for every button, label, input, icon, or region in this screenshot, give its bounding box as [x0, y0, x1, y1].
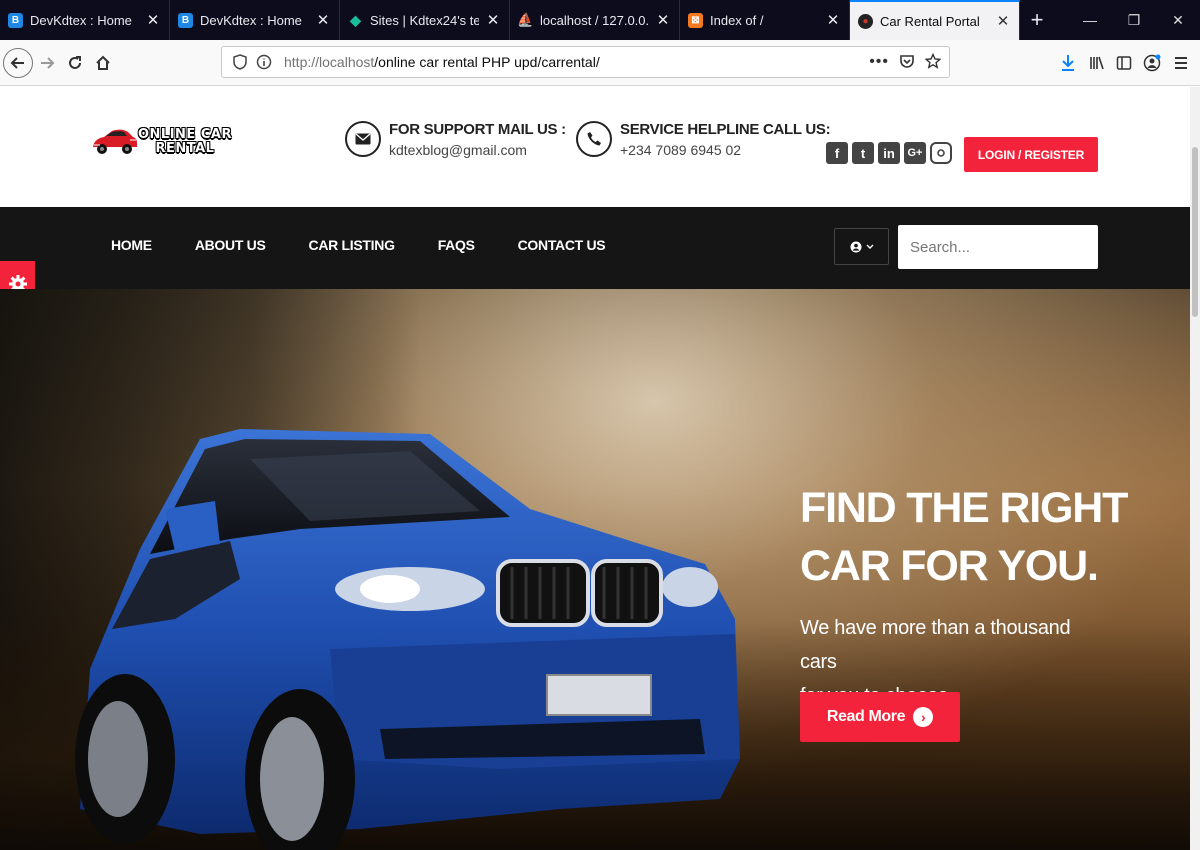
logo-text: ONLINE CAR RENTAL	[138, 128, 232, 156]
tab-title: DevKdtex : Home	[30, 12, 132, 28]
helpline-label: SERVICE HELPLINE CALL US:	[620, 121, 831, 138]
support-mail-label: FOR SUPPORT MAIL US :	[389, 121, 566, 138]
close-tab-icon[interactable]: ✕	[995, 12, 1011, 30]
diamond-icon: ◆	[350, 11, 361, 28]
instagram-icon[interactable]	[930, 142, 952, 164]
support-email[interactable]: kdtexblog@gmail.com	[389, 142, 566, 158]
facebook-icon[interactable]: f	[826, 142, 848, 164]
tab-title: localhost / 127.0.0.1 | php	[540, 12, 649, 28]
read-more-label: Read More	[826, 708, 906, 725]
envelope-icon	[345, 121, 381, 157]
url-bar[interactable]: http://localhost/online car rental PHP u…	[221, 46, 950, 78]
chevron-down-icon	[866, 244, 873, 249]
phone-icon	[576, 121, 612, 157]
close-tab-icon[interactable]: ✕	[825, 11, 841, 29]
url-host: http://localhost	[284, 54, 375, 70]
car-logo-icon	[93, 129, 137, 154]
window-controls: — ❐ ✕	[1068, 0, 1200, 40]
shield-icon[interactable]	[230, 52, 250, 72]
close-tab-icon[interactable]: ✕	[655, 11, 671, 29]
library-icon[interactable]	[1082, 48, 1112, 78]
helpline-block: SERVICE HELPLINE CALL US: +234 7089 6945…	[576, 121, 831, 158]
tab-title: Car Rental Portal	[880, 13, 980, 29]
nav-item-car-listing[interactable]: CAR LISTING	[309, 237, 395, 253]
twitter-icon[interactable]: t	[852, 142, 874, 164]
google-plus-icon[interactable]: G+	[904, 142, 926, 164]
url-path: /online car rental PHP upd/carrental/	[374, 54, 600, 70]
hero-subtitle-line-1: We have more than a thousand cars	[800, 617, 1071, 673]
browser-tab[interactable]: B DevKdtex : Home ✕	[0, 0, 170, 40]
download-icon[interactable]	[1053, 48, 1083, 78]
back-icon[interactable]	[3, 48, 33, 78]
user-circle-icon	[850, 241, 861, 252]
restore-icon[interactable]: ❐	[1112, 0, 1156, 40]
browser-tab[interactable]: ◆ Sites | Kdtex24's team ✕	[340, 0, 510, 40]
tab-title: Sites | Kdtex24's team	[370, 12, 479, 28]
blue-suv-image	[75, 429, 740, 850]
logo-line-1: ONLINE CAR	[138, 127, 232, 142]
car-rental-favicon-icon: ●	[858, 13, 873, 29]
menu-icon[interactable]	[1166, 48, 1196, 78]
user-dropdown-button[interactable]	[834, 228, 889, 265]
hero-title-line-1: FIND THE RIGHT	[800, 484, 1128, 532]
nav-item-home[interactable]: HOME	[111, 237, 152, 253]
forward-icon[interactable]	[32, 48, 62, 78]
close-tab-icon[interactable]: ✕	[145, 11, 161, 29]
nav-item-faqs[interactable]: FAQS	[438, 237, 475, 253]
site-logo[interactable]: ONLINE CAR RENTAL	[90, 125, 232, 159]
browser-tab[interactable]: B DevKdtex : Home ✕	[170, 0, 340, 40]
blogger-icon: B	[8, 12, 23, 28]
logo-line-2: RENTAL	[155, 141, 215, 156]
bookmark-star-icon[interactable]	[924, 52, 942, 72]
scrollbar-thumb[interactable]	[1192, 147, 1198, 317]
nav-item-contact-us[interactable]: CONTACT US	[518, 237, 606, 253]
account-icon[interactable]	[1137, 48, 1167, 78]
blogger-icon: B	[178, 12, 193, 28]
social-links: f t in G+	[826, 142, 952, 164]
close-tab-icon[interactable]: ✕	[315, 11, 331, 29]
browser-tab-active[interactable]: ● Car Rental Portal ✕	[850, 0, 1020, 40]
nav-item-about-us[interactable]: ABOUT US	[195, 237, 266, 253]
phpmyadmin-icon: ⛵	[517, 12, 534, 27]
browser-tab[interactable]: ⊠ Index of / ✕	[680, 0, 850, 40]
close-tab-icon[interactable]: ✕	[485, 11, 501, 29]
hero-banner: FIND THE RIGHT CAR FOR YOU. We have more…	[0, 289, 1190, 850]
hero-title: FIND THE RIGHT CAR FOR YOU.	[800, 479, 1128, 595]
browser-tab-bar: B DevKdtex : Home ✕ B DevKdtex : Home ✕ …	[0, 0, 1200, 40]
site-search	[898, 225, 1109, 269]
xampp-icon: ⊠	[688, 12, 703, 28]
site-header: ONLINE CAR RENTAL FOR SUPPORT MAIL US : …	[0, 87, 1190, 207]
minimize-icon[interactable]: —	[1068, 0, 1112, 40]
read-more-button[interactable]: Read More ›	[800, 692, 960, 742]
helpline-phone[interactable]: +234 7089 6945 02	[620, 142, 830, 158]
sidebar-icon[interactable]	[1109, 48, 1139, 78]
nav-menu: HOME ABOUT US CAR LISTING FAQS CONTACT U…	[111, 237, 648, 253]
login-register-button[interactable]: LOGIN / REGISTER	[964, 137, 1098, 172]
main-navigation: HOME ABOUT US CAR LISTING FAQS CONTACT U…	[0, 207, 1190, 289]
page-scrollbar[interactable]	[1190, 87, 1200, 850]
linkedin-icon[interactable]: in	[878, 142, 900, 164]
home-icon[interactable]	[88, 48, 118, 78]
search-input[interactable]	[910, 238, 1109, 256]
pocket-icon[interactable]	[899, 53, 915, 72]
tab-title: DevKdtex : Home	[200, 12, 302, 28]
page-actions-icon[interactable]: •••	[869, 53, 889, 71]
new-tab-icon[interactable]: +	[1020, 0, 1054, 40]
support-mail-block: FOR SUPPORT MAIL US : kdtexblog@gmail.co…	[345, 121, 566, 158]
browser-navigation-bar: http://localhost/online car rental PHP u…	[0, 40, 1200, 86]
reload-icon[interactable]	[60, 48, 90, 78]
browser-tab[interactable]: ⛵ localhost / 127.0.0.1 | php ✕	[510, 0, 680, 40]
close-window-icon[interactable]: ✕	[1156, 0, 1200, 40]
arrow-right-icon: ›	[913, 707, 934, 727]
tab-title: Index of /	[710, 12, 764, 28]
hero-title-line-2: CAR FOR YOU.	[800, 542, 1099, 590]
info-icon[interactable]	[254, 52, 274, 72]
